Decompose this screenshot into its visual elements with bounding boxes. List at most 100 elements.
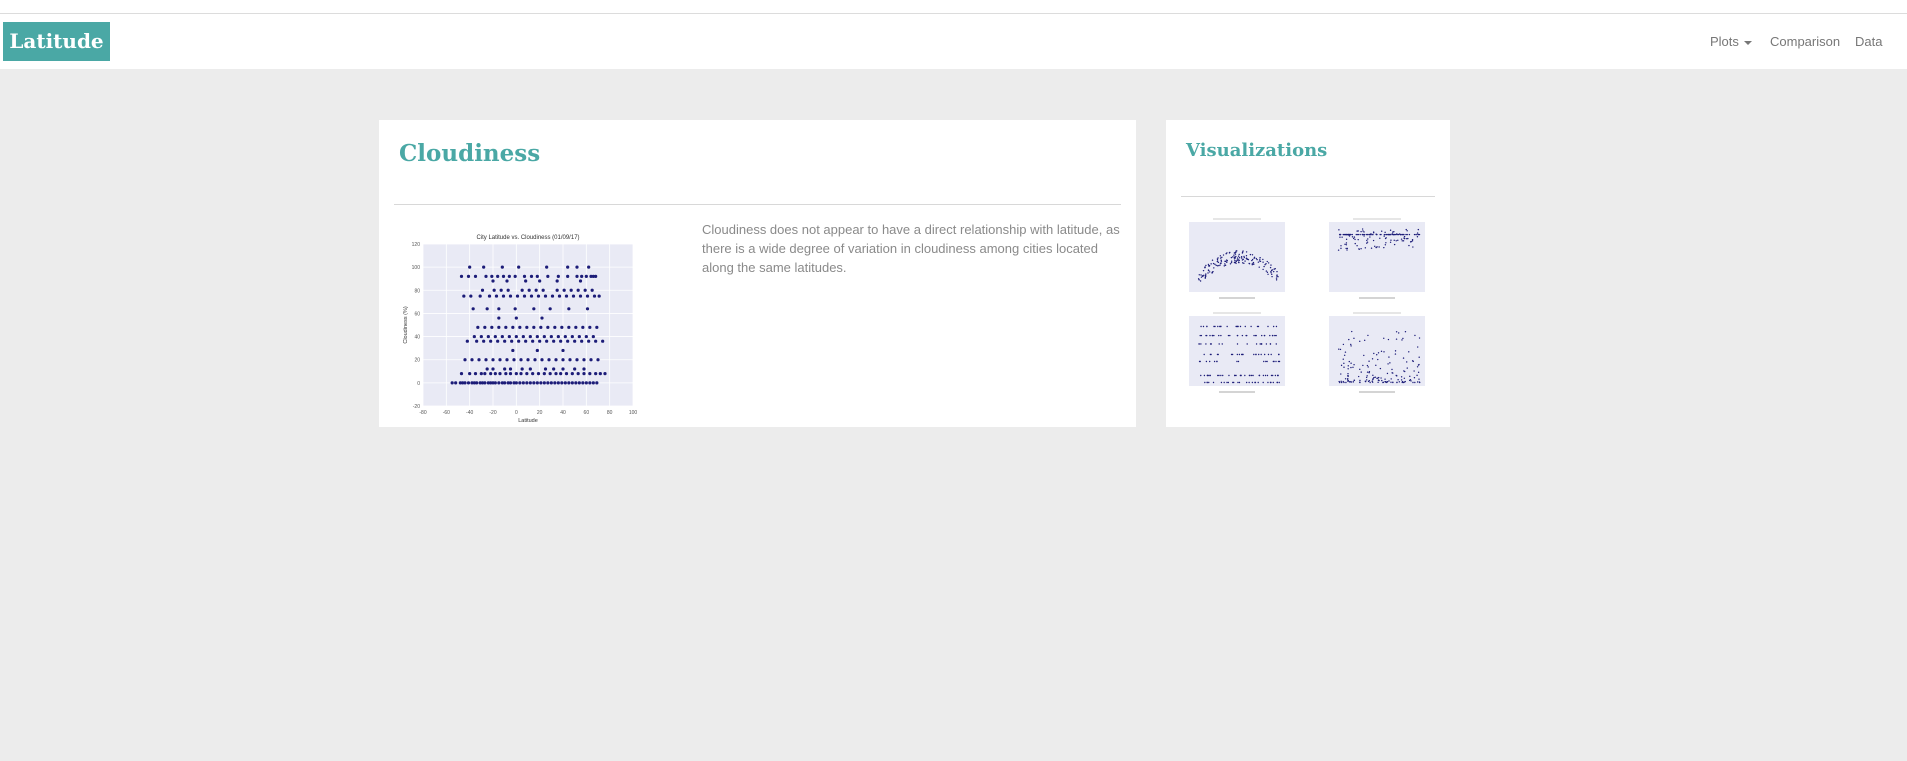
thumbnail-point [1365,379,1368,381]
thumbnail-point [1394,350,1397,352]
data-point [584,381,588,385]
nav-data[interactable]: Data [1855,34,1882,49]
data-point [485,367,489,371]
chart-title: City Latitude vs. Cloudiness (01/09/17) [476,235,579,241]
thumbnail-point [1395,240,1397,242]
thumbnail-point [1270,272,1272,274]
thumbnail-point [1361,228,1364,230]
thumbnail-point [1406,361,1408,363]
data-point [564,372,569,376]
data-point [588,325,592,329]
thumbnail-point [1343,354,1346,356]
thumbnail-point [1262,268,1264,271]
thumbnail-point [1414,334,1416,337]
thumbnail-point [1209,353,1212,356]
data-point [515,294,520,298]
thumbnail-point [1345,244,1348,246]
data-point [492,288,496,292]
thumbnail-point [1380,230,1383,232]
thumbnail-point [1388,356,1390,358]
thumbnail-point [1262,261,1264,263]
data-point [513,274,517,278]
thumbnail-point [1278,381,1280,384]
thumbnail-point [1406,367,1408,369]
thumbnail-point [1227,381,1230,384]
thumbnail-point [1237,360,1240,363]
thumbnail-point [1208,269,1210,272]
data-point [587,339,591,343]
data-point [498,358,502,362]
x-tick-label: -20 [489,410,496,416]
y-axis-label: Cloudiness (%) [403,306,409,343]
thumbnail-point [1235,255,1237,258]
thumbnail-point [1390,381,1392,384]
data-point [540,316,544,320]
thumbnail-point [1357,375,1360,378]
thumbnail-point [1200,276,1203,278]
data-point [587,265,591,269]
thumbnail-point [1218,334,1220,337]
thumbnail-wind-speed-plot[interactable] [1319,310,1431,398]
thumbnail-point [1412,381,1414,384]
thumbnail-point [1257,353,1260,356]
thumbnail-point [1416,236,1419,238]
nav-plots-dropdown[interactable]: Plots [1710,34,1752,49]
thumbnail-point [1275,360,1277,363]
data-point [582,372,586,376]
thumbnail-humidity-plot[interactable] [1319,216,1431,304]
nav-comparison[interactable]: Comparison [1770,34,1840,49]
thumbnail-cloudiness-plot[interactable] [1179,310,1291,398]
thumbnail-point [1357,238,1359,241]
thumbnail-point [1216,360,1218,363]
data-point [594,372,598,376]
thumbnail-point [1267,353,1270,356]
data-point [497,325,501,329]
divider [394,204,1121,205]
thumbnail-point [1244,374,1246,377]
thumbnail-point [1255,257,1257,260]
thumbnail-point [1267,325,1269,328]
brand-logo[interactable]: Latitude [3,22,110,61]
thumbnail-point [1385,233,1387,236]
thumbnail-point [1356,230,1358,232]
data-point [490,274,494,278]
thumbnail-point [1384,378,1386,380]
thumbnail-point [1221,256,1223,259]
thumbnail-point [1262,381,1264,384]
thumbnail-point [1377,381,1379,384]
thumbnail-point [1241,334,1244,337]
thumbnail-point [1199,334,1201,337]
thumbnail-point [1205,273,1207,275]
thumbnail-temperature-plot[interactable] [1179,216,1291,304]
thumbnail-point [1384,244,1387,246]
thumbnail-point [1406,238,1408,240]
data-point [508,367,513,371]
x-tick-label: 0 [515,410,518,416]
thumbnail-point [1267,381,1269,384]
thumbnail-point [1340,364,1343,367]
data-point [559,339,563,343]
thumbnail-point [1202,325,1205,328]
thumbnail-point [1356,245,1358,247]
thumbnail-point [1403,381,1406,383]
thumbnail-point [1341,236,1343,238]
thumbnail-point [1397,332,1400,334]
thumbnail-point [1340,245,1342,247]
thumbnail-point [1363,233,1366,236]
divider [1181,196,1435,197]
thumbnail-point [1376,377,1378,379]
thumbnail-point [1357,233,1360,236]
thumbnail-point [1348,360,1350,363]
thumbnail-point [1216,265,1219,267]
thumbnail-point [1418,356,1420,358]
data-point [480,288,485,292]
thumbnail-point [1389,229,1392,231]
thumbnail-point [1401,339,1403,341]
thumbnail-point [1347,365,1349,367]
thumbnail-point [1221,343,1223,345]
x-tick-label: 40 [560,410,566,416]
thumbnail-point [1404,330,1407,333]
thumbnail-point [1402,337,1404,340]
thumbnail-point [1259,258,1261,260]
data-point [486,334,490,339]
